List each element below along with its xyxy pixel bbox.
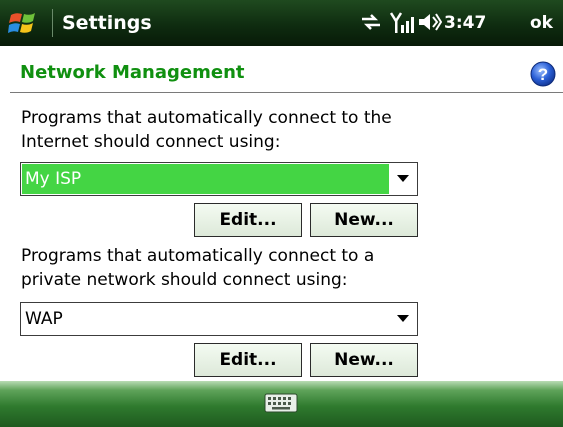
private-description-line2: private network should connect using: — [21, 270, 348, 290]
windows-start-icon[interactable] — [8, 9, 42, 37]
app-title: Settings — [62, 12, 152, 34]
internet-description-line2: Internet should connect using: — [21, 132, 281, 152]
private-description: Programs that automatically connect to a… — [21, 244, 374, 292]
ok-button[interactable]: ok — [530, 9, 553, 37]
internet-connection-value: My ISP — [22, 164, 389, 194]
keyboard-icon[interactable] — [264, 393, 298, 413]
internet-description-line1: Programs that automatically connect to t… — [21, 108, 392, 128]
clock[interactable]: 3:47 — [444, 9, 486, 37]
help-icon[interactable]: ? — [530, 61, 556, 87]
page-title: Network Management — [20, 62, 245, 83]
header-divider — [10, 92, 563, 93]
dropdown-arrow-icon[interactable] — [397, 315, 409, 322]
internet-new-button[interactable]: New... — [310, 203, 418, 237]
signal-strength-icon[interactable] — [390, 11, 416, 35]
connectivity-icon[interactable] — [360, 11, 382, 33]
dropdown-arrow-icon[interactable] — [397, 175, 409, 182]
internet-connection-dropdown[interactable]: My ISP — [20, 162, 418, 196]
title-bar: Settings 3:47 ok — [0, 0, 563, 46]
internet-description: Programs that automatically connect to t… — [21, 106, 392, 154]
internet-edit-button[interactable]: Edit... — [194, 203, 302, 237]
title-separator — [52, 9, 53, 37]
svg-text:?: ? — [538, 65, 548, 84]
private-connection-dropdown[interactable]: WAP — [20, 302, 418, 336]
private-edit-button[interactable]: Edit... — [194, 343, 302, 377]
private-connection-value: WAP — [25, 309, 63, 329]
softkey-bar — [0, 381, 563, 427]
private-description-line1: Programs that automatically connect to a — [21, 246, 375, 266]
volume-icon[interactable] — [418, 11, 442, 33]
private-new-button[interactable]: New... — [310, 343, 418, 377]
